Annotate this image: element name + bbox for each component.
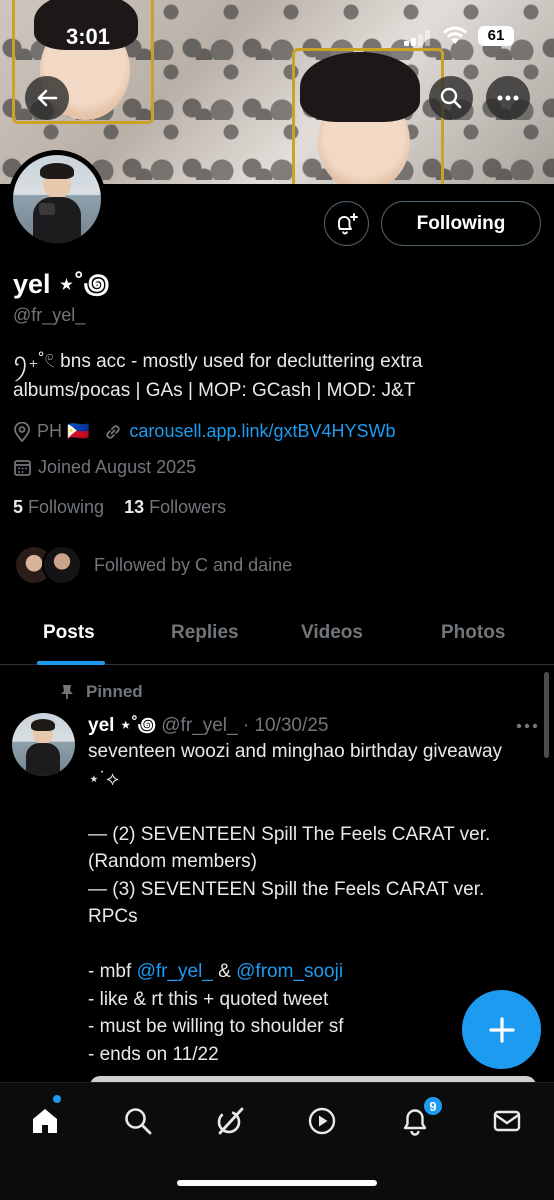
pinned-label: Pinned <box>60 682 143 702</box>
nav-home[interactable] <box>23 1099 67 1143</box>
banner-hair <box>300 52 420 122</box>
tab-replies[interactable]: Replies <box>171 622 239 644</box>
post-line: seventeen woozi and minghao birthday giv… <box>88 741 508 790</box>
tab-photos[interactable]: Photos <box>441 622 505 644</box>
post-line: - must be willing to shoulder sf <box>88 1016 344 1037</box>
compose-post-button[interactable] <box>462 990 541 1069</box>
grok-icon <box>217 1107 244 1135</box>
tab-posts[interactable]: Posts <box>43 622 95 644</box>
play-circle-icon <box>308 1107 336 1135</box>
calendar-icon <box>13 458 32 477</box>
post-line: - mbf <box>88 961 137 982</box>
wifi-icon <box>443 26 467 44</box>
profile-meta-joined: Joined August 2025 <box>13 457 196 478</box>
followed-by-text: Followed by C and daine <box>94 554 293 575</box>
more-horizontal-icon <box>516 723 538 729</box>
link-icon <box>103 422 123 442</box>
profile-website-link[interactable]: carousell.app.link/gxtBV4HYSWb <box>129 421 395 442</box>
back-button[interactable] <box>25 76 69 120</box>
post-author-name: yel ⋆˚꩜ <box>88 715 156 736</box>
mention-link[interactable]: @from_sooji <box>236 961 343 982</box>
search-button[interactable] <box>429 76 473 120</box>
profile-tabs: Posts Replies Videos Photos <box>0 605 554 665</box>
search-icon <box>125 1108 152 1135</box>
location-pin-icon <box>13 421 31 442</box>
following-count-link[interactable]: 5 Following <box>13 497 104 517</box>
active-tab-indicator <box>37 661 105 665</box>
notifications-badge: 9 <box>422 1095 444 1117</box>
home-icon <box>33 1109 57 1133</box>
follower-avatar <box>42 545 82 585</box>
tab-videos[interactable]: Videos <box>301 622 363 644</box>
mail-icon <box>493 1110 521 1132</box>
home-indicator[interactable] <box>177 1180 377 1186</box>
nav-search[interactable] <box>116 1099 160 1143</box>
notifications-toggle-button[interactable] <box>324 201 369 246</box>
follow-counts: 5 Following 13 Followers <box>13 497 226 518</box>
post-line: — (2) SEVENTEEN Spill The Feels CARAT ve… <box>88 823 496 873</box>
post-line: - ends on 11/22 <box>88 1043 219 1065</box>
nav-videos[interactable] <box>300 1099 344 1143</box>
profile-avatar[interactable] <box>8 150 106 248</box>
post-handle-date: @fr_yel_ · 10/30/25 <box>161 715 329 736</box>
profile-bio: ꪆ₊˚𓏲 bns acc - mostly used for declutter… <box>13 351 423 401</box>
plus-icon <box>488 1016 515 1043</box>
profile-joined-date: Joined August 2025 <box>38 457 197 477</box>
status-bar: 3:01 61 <box>0 22 554 52</box>
nav-messages[interactable] <box>485 1099 529 1143</box>
home-unread-dot <box>53 1095 61 1103</box>
followed-by-row[interactable]: Followed by C and daine <box>14 545 292 585</box>
avatar-photo <box>13 155 101 243</box>
search-icon <box>440 87 462 109</box>
post-more-button[interactable] <box>516 712 538 735</box>
signal-icon <box>404 30 430 46</box>
mention-link[interactable]: @fr_yel_ <box>137 961 213 982</box>
followers-count-link[interactable]: 13 Followers <box>124 497 226 517</box>
profile-meta-location-link: PH 🇵🇭 carousell.app.link/gxtBV4HYSWb <box>13 421 396 442</box>
scrollbar[interactable] <box>544 672 549 758</box>
post-header[interactable]: yel ⋆˚꩜ @fr_yel_ · 10/30/25 <box>88 710 328 738</box>
battery-indicator: 61 <box>478 26 514 46</box>
profile-handle: @fr_yel_ <box>13 305 86 325</box>
post-line: — (3) SEVENTEEN Spill the Feels CARAT ve… <box>88 878 490 928</box>
post-author-avatar[interactable] <box>12 713 75 776</box>
more-options-button[interactable] <box>486 76 530 120</box>
status-time: 3:01 <box>66 24 111 49</box>
bell-plus-icon <box>337 212 358 234</box>
post-line: - like & rt this + quoted tweet <box>88 988 329 1010</box>
following-button[interactable]: Following <box>381 201 541 246</box>
profile-display-name: yel ⋆˚꩜ <box>13 269 110 299</box>
arrow-left-icon <box>37 89 58 107</box>
profile-location: PH 🇵🇭 <box>37 421 90 441</box>
pin-icon <box>61 685 73 699</box>
more-horizontal-icon <box>497 95 519 101</box>
nav-grok[interactable] <box>208 1099 252 1143</box>
post-text: seventeen woozi and minghao birthday giv… <box>88 741 508 1065</box>
